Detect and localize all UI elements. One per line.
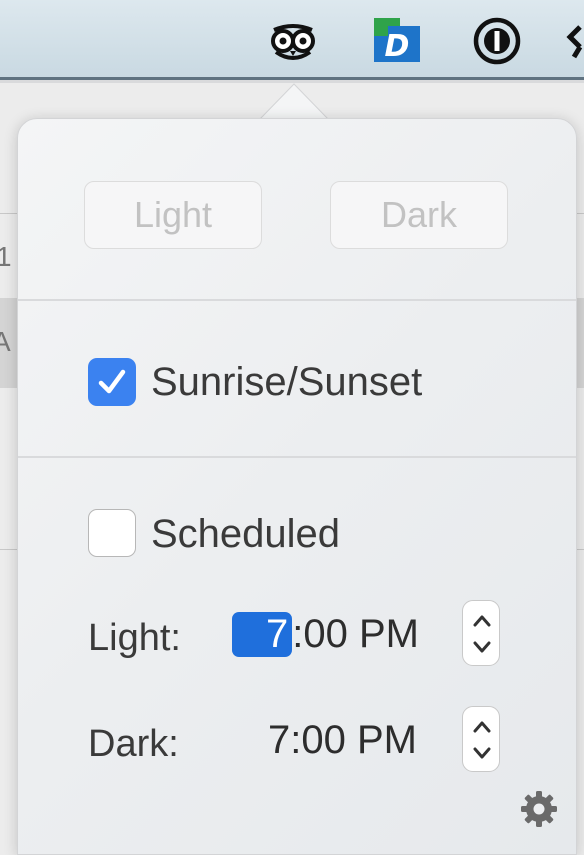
dark-mode-button[interactable]: Dark: [330, 181, 508, 249]
dash-app-icon[interactable]: D: [370, 12, 424, 66]
light-time-stepper[interactable]: [462, 600, 500, 666]
owl-icon[interactable]: [266, 14, 320, 68]
light-time-label: Light:: [88, 617, 181, 659]
dark-time-field[interactable]: 7:00 PM: [268, 718, 417, 763]
sunrise-sunset-label[interactable]: Sunrise/Sunset: [151, 360, 422, 405]
separator: [18, 456, 576, 458]
checkmark-icon: [98, 369, 126, 394]
dash-letter: D: [385, 29, 410, 64]
menubar-edge-icon[interactable]: [566, 18, 584, 72]
stepper-arrows-icon: [473, 721, 491, 759]
gear-icon[interactable]: [519, 789, 559, 829]
light-minutes-segment[interactable]: :00 PM: [292, 612, 419, 656]
dark-time-stepper[interactable]: [462, 706, 500, 772]
stepper-arrows-icon: [473, 615, 491, 653]
scheduled-label[interactable]: Scheduled: [151, 512, 340, 557]
sunrise-sunset-checkbox[interactable]: [88, 358, 136, 406]
scheduled-checkbox[interactable]: [88, 509, 136, 557]
popover-arrow: [259, 83, 329, 122]
background-fragment: A: [0, 326, 11, 357]
background-fragment: 1: [0, 241, 12, 272]
night-owl-popover: Light Dark Sunrise/Sunset Scheduled Ligh…: [17, 118, 577, 855]
one-password-icon[interactable]: [470, 14, 524, 68]
light-time-field[interactable]: 7:00 PM: [232, 612, 419, 657]
dark-time-label: Dark:: [88, 723, 179, 765]
light-mode-button[interactable]: Light: [84, 181, 262, 249]
menu-bar: D: [0, 0, 584, 80]
separator: [18, 299, 576, 301]
light-hour-segment[interactable]: 7: [232, 612, 293, 657]
